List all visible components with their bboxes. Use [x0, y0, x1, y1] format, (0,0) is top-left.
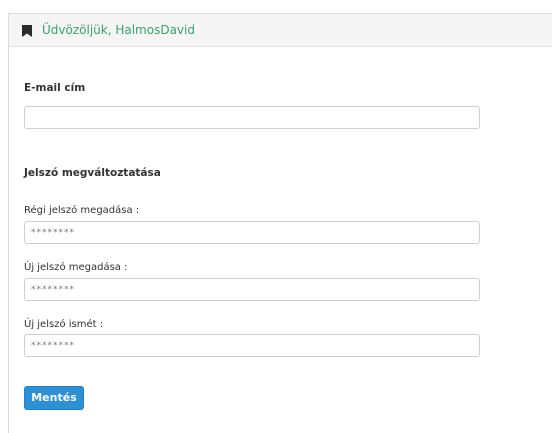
new-password-repeat-label: Új jelszó ismét : — [24, 319, 104, 330]
welcome-title: Üdvözöljük, HalmosDavid — [42, 23, 195, 37]
bookmark-icon — [22, 25, 32, 37]
email-label: E-mail cím — [24, 82, 86, 94]
old-password-label: Régi jelszó megadása : — [24, 205, 140, 216]
save-button[interactable]: Mentés — [24, 386, 84, 410]
page: Üdvözöljük, HalmosDavid E-mail cím Jelsz… — [0, 0, 552, 433]
email-field[interactable] — [24, 106, 480, 129]
new-password-label: Új jelszó megadása : — [24, 262, 128, 273]
panel-header: Üdvözöljük, HalmosDavid — [9, 14, 552, 47]
password-section-heading: Jelszó megváltoztatása — [24, 167, 161, 179]
account-settings-panel: Üdvözöljük, HalmosDavid E-mail cím Jelsz… — [8, 13, 552, 433]
new-password-field[interactable] — [24, 278, 480, 301]
old-password-field[interactable] — [24, 221, 480, 244]
new-password-repeat-field[interactable] — [24, 334, 480, 357]
